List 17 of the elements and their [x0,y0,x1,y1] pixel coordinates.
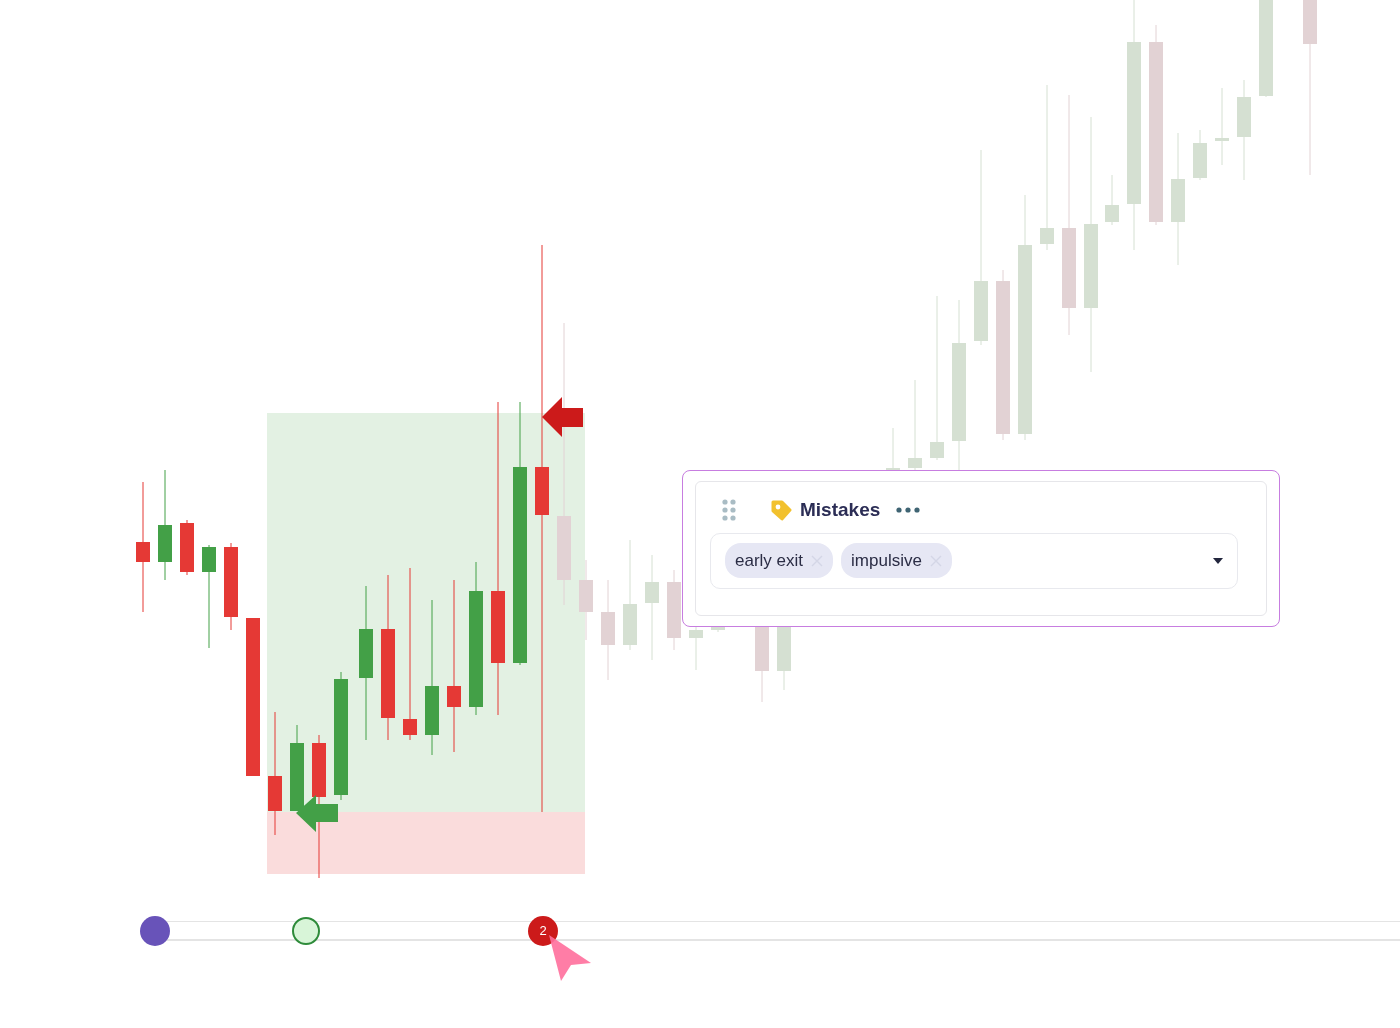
tag-select-field[interactable]: early exit impulsive [710,532,1238,589]
panel-title: Mistakes [800,498,881,522]
drag-handle-icon[interactable] [722,499,736,522]
tag-chip[interactable]: early exit [725,542,834,579]
timeline-marker[interactable] [140,916,170,946]
candlestick [1105,174,1119,226]
cursor-icon [547,933,593,983]
entry-arrow [296,795,338,832]
tag-chip[interactable]: impulsive [841,542,952,579]
exit-arrow [542,397,583,437]
candlestick [180,519,194,576]
candlestick [1193,129,1207,181]
more-icon[interactable] [896,507,921,514]
caret-icon[interactable] [1213,557,1223,564]
tag-icon [770,499,792,522]
timeline-marker[interactable] [292,917,320,945]
count-marker[interactable]: 2 [528,916,558,946]
